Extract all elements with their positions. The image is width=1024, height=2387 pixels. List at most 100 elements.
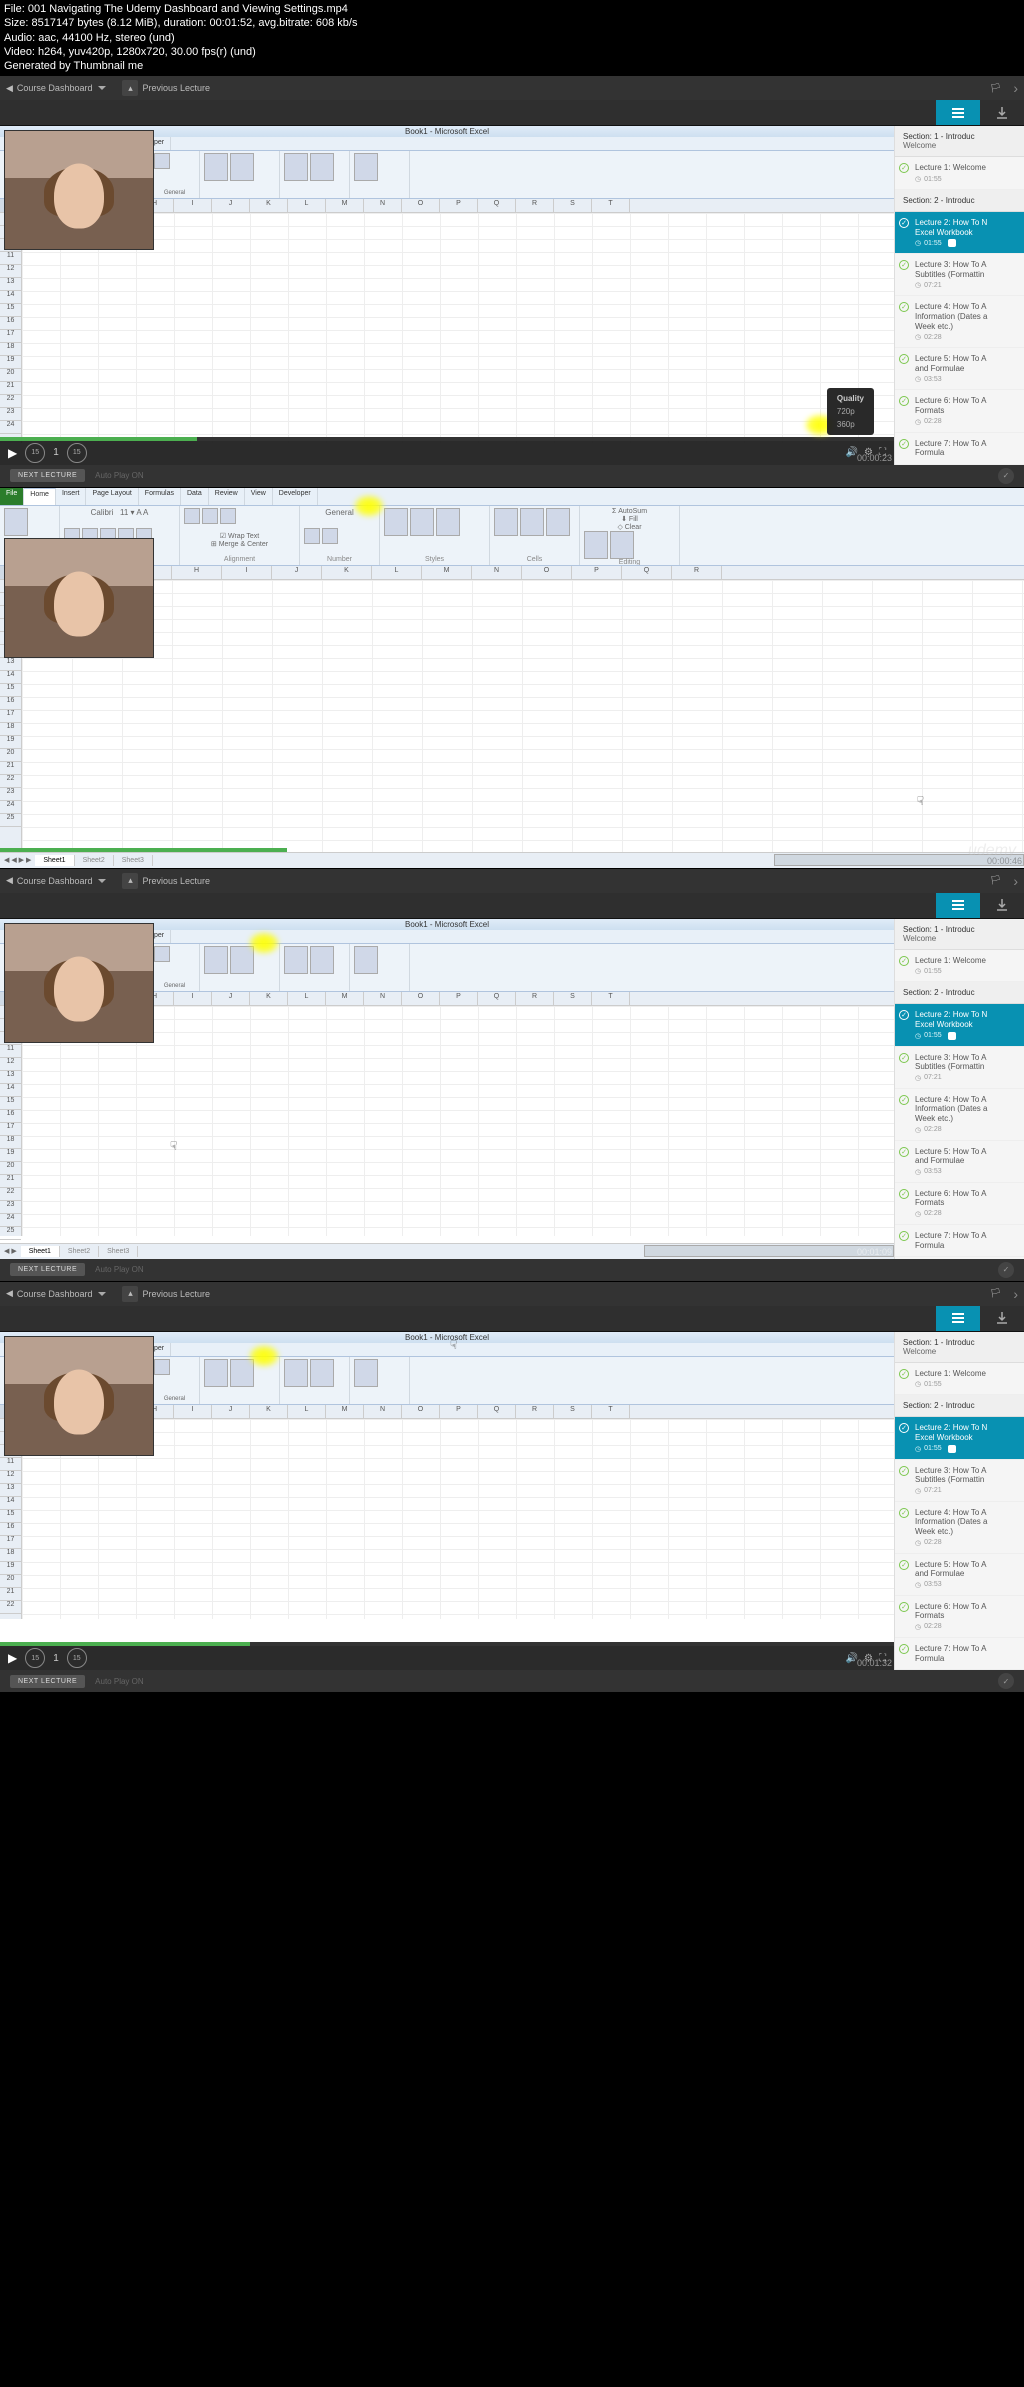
next-arrow-icon[interactable]: ›: [1013, 1286, 1018, 1302]
lecture-item-3[interactable]: Lecture 3: How To ASubtitles (Formattin0…: [895, 1460, 1024, 1502]
back-icon[interactable]: ◀: [6, 1288, 13, 1299]
lecture-item-2[interactable]: Lecture 2: How To NExcel Workbook01:55: [895, 1004, 1024, 1046]
section-1-header[interactable]: Section: 1 - IntroducWelcome: [895, 126, 1024, 157]
course-dashboard-link[interactable]: Course Dashboard: [17, 876, 93, 886]
tab-download[interactable]: [980, 1306, 1024, 1331]
format-cells-icon[interactable]: [546, 508, 570, 536]
lecture-item-7[interactable]: Lecture 7: How To AFormula: [895, 1225, 1024, 1257]
video-player-area[interactable]: Book1 - Microsoft Excel Home Insert Revi…: [0, 1332, 894, 1670]
excel-data-tab[interactable]: Data: [181, 488, 209, 505]
lecture-item-1[interactable]: Lecture 1: Welcome01:55: [895, 950, 1024, 983]
cursor-highlight: [355, 496, 383, 516]
tab-curriculum[interactable]: [936, 893, 980, 918]
webcam-overlay: [4, 1336, 154, 1456]
find-select-icon[interactable]: [610, 531, 634, 559]
excel-grid[interactable]: [22, 580, 1024, 860]
excel-review-tab[interactable]: Review: [209, 488, 245, 505]
mark-complete-button[interactable]: ✓: [998, 1673, 1014, 1689]
lecture-item-4[interactable]: Lecture 4: How To AInformation (Dates aW…: [895, 296, 1024, 348]
bookmark-icon[interactable]: 🏳: [990, 1288, 1001, 1299]
rewind-15-button[interactable]: 15: [25, 443, 45, 463]
quality-menu[interactable]: Quality 720p 360p: [827, 388, 874, 435]
excel-insert-tab[interactable]: Insert: [56, 488, 87, 505]
lecture-item-4[interactable]: Lecture 4: How To AInformation (Dates aW…: [895, 1089, 1024, 1141]
play-button[interactable]: ▶: [8, 1651, 17, 1665]
quality-720p[interactable]: 720p: [827, 405, 874, 418]
cell-styles-icon[interactable]: [436, 508, 460, 536]
quality-360p[interactable]: 360p: [827, 418, 874, 431]
tab-curriculum[interactable]: [936, 100, 980, 125]
delete-cells-icon[interactable]: [520, 508, 544, 536]
autoplay-toggle[interactable]: Auto Play ON: [95, 1265, 143, 1274]
lecture-item-3[interactable]: Lecture 3: How To ASubtitles (Formattin0…: [895, 254, 1024, 296]
next-arrow-icon[interactable]: ›: [1013, 80, 1018, 96]
back-icon[interactable]: ◀: [6, 83, 13, 94]
back-icon[interactable]: ◀: [6, 875, 13, 886]
dropdown-caret-icon[interactable]: [98, 86, 106, 90]
speed-indicator[interactable]: 1: [53, 1653, 59, 1664]
course-dashboard-link[interactable]: Course Dashboard: [17, 1289, 93, 1299]
lecture-item-4[interactable]: Lecture 4: How To AInformation (Dates aW…: [895, 1502, 1024, 1554]
sheet2-tab[interactable]: Sheet2: [75, 855, 114, 866]
next-lecture-button[interactable]: NEXT LECTURE: [10, 469, 85, 482]
collapse-button[interactable]: ▴: [122, 1286, 138, 1302]
forward-15-button[interactable]: 15: [67, 443, 87, 463]
lecture-item-7[interactable]: Lecture 7: How To AFormula: [895, 1638, 1024, 1670]
lecture-item-5[interactable]: Lecture 5: How To Aand Formulae03:53: [895, 1554, 1024, 1596]
lecture-item-6[interactable]: Lecture 6: How To AFormats02:28: [895, 1183, 1024, 1225]
tab-download[interactable]: [980, 893, 1024, 918]
thumbnail-timestamp: 00:00:46: [987, 856, 1022, 866]
next-arrow-icon[interactable]: ›: [1013, 873, 1018, 889]
forward-15-button[interactable]: 15: [67, 1648, 87, 1668]
side-tabs: [0, 100, 1024, 126]
excel-view-tab[interactable]: View: [245, 488, 273, 505]
excel-formulas-tab[interactable]: Formulas: [139, 488, 181, 505]
bookmark-icon[interactable]: 🏳: [990, 875, 1001, 886]
video-player-area[interactable]: Book1 - Microsoft Excel Home Insert Revi…: [0, 919, 894, 1259]
previous-lecture-link[interactable]: Previous Lecture: [142, 83, 210, 93]
next-lecture-button[interactable]: NEXT LECTURE: [10, 1263, 85, 1276]
excel-developer-tab[interactable]: Developer: [273, 488, 318, 505]
autoplay-toggle[interactable]: Auto Play ON: [95, 1677, 143, 1686]
excel-home-tab[interactable]: Home: [24, 488, 56, 505]
thumbnail-panel-2: File Home Insert Page Layout Formulas Da…: [0, 488, 1024, 868]
speed-indicator[interactable]: 1: [53, 447, 59, 458]
play-button[interactable]: ▶: [8, 446, 17, 460]
format-table-icon[interactable]: [410, 508, 434, 536]
sheet1-tab[interactable]: Sheet1: [35, 855, 74, 866]
collapse-button[interactable]: ▴: [122, 80, 138, 96]
thumbnail-timestamp: 00:00:23: [857, 453, 892, 463]
collapse-button[interactable]: ▴: [122, 873, 138, 889]
bookmark-icon[interactable]: 🏳: [990, 83, 1001, 94]
tab-download[interactable]: [980, 100, 1024, 125]
previous-lecture-link[interactable]: Previous Lecture: [142, 1289, 210, 1299]
autoplay-toggle[interactable]: Auto Play ON: [95, 471, 143, 480]
insert-cells-icon[interactable]: [494, 508, 518, 536]
rewind-15-button[interactable]: 15: [25, 1648, 45, 1668]
excel-pagelayout-tab[interactable]: Page Layout: [86, 488, 138, 505]
lecture-item-6[interactable]: Lecture 6: How To AFormats02:28: [895, 1596, 1024, 1638]
tab-curriculum[interactable]: [936, 1306, 980, 1331]
lecture-item-1[interactable]: Lecture 1: Welcome01:55: [895, 1363, 1024, 1396]
mark-complete-button[interactable]: ✓: [998, 468, 1014, 484]
sheet3-tab[interactable]: Sheet3: [114, 855, 153, 866]
next-lecture-button[interactable]: NEXT LECTURE: [10, 1675, 85, 1688]
previous-lecture-link[interactable]: Previous Lecture: [142, 876, 210, 886]
conditional-formatting-icon[interactable]: [384, 508, 408, 536]
lecture-item-5[interactable]: Lecture 5: How To Aand Formulae03:53: [895, 1141, 1024, 1183]
lecture-item-2[interactable]: Lecture 2: How To NExcel Workbook01:55: [895, 212, 1024, 254]
video-player-area[interactable]: Book1 - Microsoft Excel Home Insert Revi…: [0, 126, 894, 464]
lecture-item-3[interactable]: Lecture 3: How To ASubtitles (Formattin0…: [895, 1047, 1024, 1089]
lecture-item-6[interactable]: Lecture 6: How To AFormats02:28: [895, 390, 1024, 432]
section-2-header[interactable]: Section: 2 - Introduc: [895, 190, 1024, 212]
thumbnail-panel-4: ◀ Course Dashboard ▴ Previous Lecture 🏳 ›…: [0, 1282, 1024, 1692]
mark-complete-button[interactable]: ✓: [998, 1262, 1014, 1278]
course-dashboard-link[interactable]: Course Dashboard: [17, 83, 93, 93]
lecture-item-1[interactable]: Lecture 1: Welcome01:55: [895, 157, 1024, 190]
lecture-item-5[interactable]: Lecture 5: How To Aand Formulae03:53: [895, 348, 1024, 390]
lecture-item-7[interactable]: Lecture 7: How To AFormula: [895, 433, 1024, 465]
excel-file-tab[interactable]: File: [0, 488, 24, 505]
paste-icon[interactable]: [4, 508, 28, 536]
sort-filter-icon[interactable]: [584, 531, 608, 559]
lecture-item-2[interactable]: Lecture 2: How To NExcel Workbook01:55: [895, 1417, 1024, 1459]
